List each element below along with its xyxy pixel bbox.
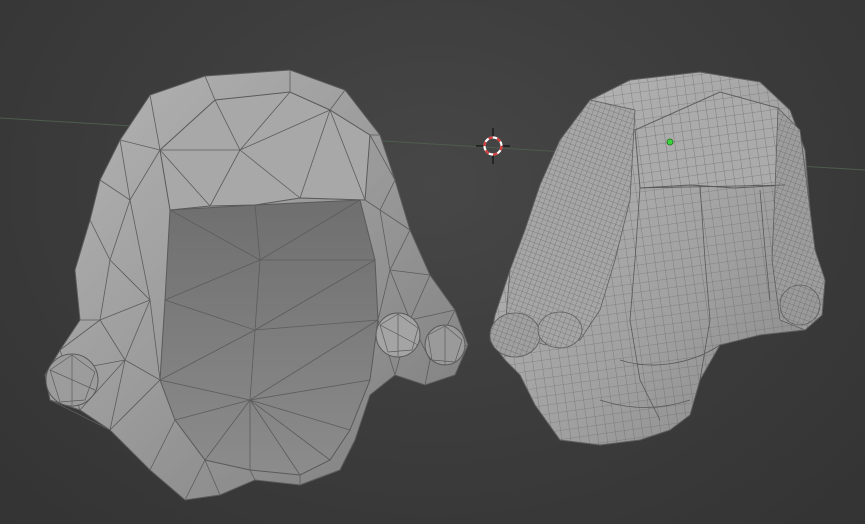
- 3d-cursor-icon[interactable]: [476, 128, 510, 164]
- origin-dot-icon[interactable]: [666, 138, 674, 146]
- low-poly-inner-cavity: [159, 199, 379, 476]
- hair-high-poly-object[interactable]: [489, 71, 826, 446]
- hair-low-poly-object[interactable]: [44, 69, 469, 501]
- 3d-viewport[interactable]: [0, 0, 865, 524]
- viewport-canvas[interactable]: [0, 0, 865, 524]
